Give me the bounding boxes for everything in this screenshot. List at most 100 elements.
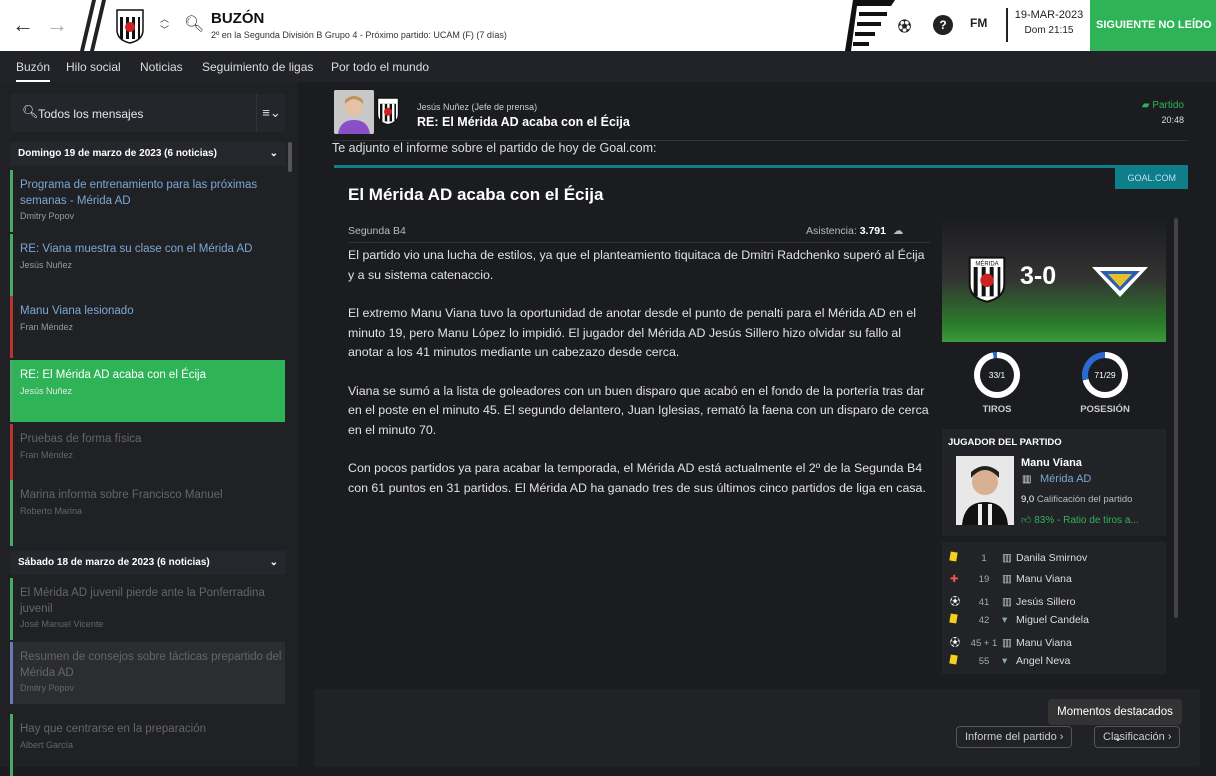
rating-label: Calificación del partido — [1036, 494, 1133, 505]
stripes-decoration — [80, 0, 106, 51]
motm-rating: 9,0 Calificación del partido — [1021, 494, 1132, 505]
motm-club[interactable]: Mérida AD — [1040, 473, 1091, 485]
ball-icon[interactable]: ⚽︎ — [898, 16, 911, 35]
chevron-right-icon: › — [1059, 731, 1064, 743]
score-card[interactable]: MÉRIDA 3-0 — [942, 215, 1166, 342]
article-league[interactable]: Segunda B4 — [348, 225, 406, 237]
goal-icon: ⚽︎ — [950, 638, 960, 649]
article-scrollbar[interactable] — [1174, 218, 1178, 618]
match-score: 3-0 — [1020, 262, 1057, 290]
team-badge-icon: ▥ — [1002, 596, 1012, 608]
tab-news[interactable]: Noticias — [140, 60, 183, 74]
list-item[interactable]: Manu Viana lesionado Fran Méndez — [10, 296, 285, 358]
message-subject: RE: Viana muestra su clase con el Mérida… — [20, 243, 253, 255]
shots-label: TIROS — [982, 404, 1012, 415]
possession-value: 71/29 — [1088, 358, 1122, 392]
back-arrow-icon[interactable]: ← — [12, 12, 34, 38]
list-item[interactable]: El Mérida AD juvenil pierde ante la Ponf… — [10, 578, 285, 640]
day-time-text: Dom 21:15 — [1024, 25, 1074, 36]
club-badge-icon[interactable] — [115, 8, 145, 44]
team-badge-icon: ▾ — [1002, 654, 1008, 667]
home-badge-text: MÉRIDA — [975, 261, 998, 268]
tab-social[interactable]: Hilo social — [66, 60, 121, 74]
club-badge-icon — [377, 97, 399, 126]
team-badge-icon: ▥ — [1002, 572, 1012, 585]
message-subject-title: RE: El Mérida AD acaba con el Écija — [417, 115, 630, 129]
thumbs-up-icon: 👍︎ — [1021, 515, 1032, 526]
shots-ring: 33/1 — [974, 352, 1020, 398]
group-header[interactable]: Sábado 18 de marzo de 2023 (6 noticias) … — [10, 551, 286, 575]
message-filter[interactable]: 🔍︎ Todos los mensajes ≡⌄ — [10, 94, 286, 132]
event-player[interactable]: Angel Neva — [1016, 655, 1070, 667]
event-player[interactable]: Manu Viana — [1016, 637, 1072, 649]
list-item-selected[interactable]: RE: El Mérida AD acaba con el Écija Jesú… — [10, 360, 285, 422]
search-icon[interactable]: 🔍︎ — [184, 14, 204, 34]
injury-icon: ✚ — [950, 573, 959, 585]
home-badge-icon: MÉRIDA — [968, 256, 1006, 303]
event-player[interactable]: Manu Viana — [1016, 573, 1072, 585]
list-item[interactable]: Marina informa sobre Francisco Manuel Ro… — [10, 480, 285, 546]
message-sender: Jesús Nuñez — [20, 385, 73, 396]
motm-shots: 👍︎ 83% - Ratio de tiros a... — [1021, 514, 1139, 526]
league-table-button[interactable]: Clasificación › — [1094, 726, 1181, 748]
message-sender: Fran Méndez — [20, 321, 74, 332]
event-player[interactable]: Jesús Sillero — [1016, 596, 1076, 608]
article-paragraph: Con pocos partidos ya para acabar la tem… — [348, 461, 926, 495]
team-badge-icon: ▥ — [1002, 637, 1012, 649]
menu-icon[interactable]: ≡⌄ — [256, 94, 286, 132]
next-unread-button[interactable]: SIGUIENTE NO LEÍDO ❯ — [1090, 0, 1216, 82]
highlights-button[interactable]: Momentos destacados ⌄ — [1048, 699, 1182, 744]
motm-name[interactable]: Manu Viana — [1021, 457, 1082, 469]
list-item[interactable]: Resumen de consejos sobre tácticas prepa… — [10, 642, 285, 704]
motm-shots-text: 83% - Ratio de tiros a... — [1034, 515, 1139, 526]
tag-icon: ▰ — [1141, 100, 1150, 111]
message-tag-label: Partido — [1152, 100, 1184, 111]
message-footer: Momentos destacados ⌄ Informe del partid… — [314, 689, 1200, 767]
forward-arrow-icon[interactable]: → — [46, 12, 68, 38]
tab-inbox[interactable]: Buzón — [16, 60, 51, 82]
event-minute: 19 — [978, 573, 990, 585]
event-minute: 1 — [981, 553, 987, 564]
event-minute: 55 — [978, 655, 990, 667]
league-table-label: Clasificación — [1103, 731, 1165, 743]
motm-header: JUGADOR DEL PARTIDO — [948, 437, 1062, 448]
next-unread-label: SIGUIENTE NO LEÍDO — [1096, 19, 1212, 31]
goal-icon: ⚽︎ — [950, 597, 960, 608]
event-player[interactable]: Miguel Candela — [1016, 614, 1089, 626]
list-item[interactable]: Pruebas de forma física Fran Méndez — [10, 424, 285, 486]
person-icon — [334, 90, 374, 134]
group-header[interactable]: Domingo 19 de marzo de 2023 (6 noticias)… — [10, 142, 286, 166]
chevron-right-icon: › — [1167, 731, 1172, 743]
message-sender: Fran Méndez — [20, 449, 74, 460]
list-item[interactable]: Programa de entrenamiento para las próxi… — [10, 170, 285, 232]
message-subject: Manu Viana lesionado — [20, 305, 134, 317]
match-stats: 33/1 TIROS 71/29 POSESIÓN — [942, 344, 1166, 416]
sidebar-scrollbar[interactable] — [288, 142, 292, 172]
tab-bar: Buzón Hilo social Noticias Seguimiento d… — [0, 51, 1216, 82]
match-report-button[interactable]: Informe del partido › — [956, 726, 1073, 748]
event-row: 42 ▾ Miguel Candela — [949, 612, 1089, 626]
page-title: BUZÓN — [211, 10, 265, 27]
sender-avatar[interactable] — [334, 90, 374, 134]
away-badge-icon — [1092, 267, 1148, 297]
club-switch-icon[interactable]: ︿ ﹀ — [160, 14, 169, 36]
help-icon[interactable]: ? — [933, 15, 953, 35]
event-minute: 41 — [978, 597, 990, 608]
chevron-down-icon: ⌄ — [269, 148, 278, 159]
yellow-card-icon — [949, 612, 966, 626]
shots-value: 33/1 — [980, 358, 1014, 392]
message-subject: Programa de entrenamiento para las próxi… — [20, 179, 258, 207]
event-player[interactable]: Danila Smirnov — [1016, 552, 1087, 564]
attendance: Asistencia: 3.791 ☁︎ — [806, 225, 903, 237]
stadium-icon: ☁︎ — [892, 225, 904, 237]
fm-logo-button[interactable]: FM — [970, 16, 987, 30]
news-article: GOAL.COM El Mérida AD acaba con el Écija… — [334, 165, 1188, 685]
tab-worldwide[interactable]: Por todo el mundo — [331, 60, 429, 74]
list-item[interactable]: RE: Viana muestra su clase con el Mérida… — [10, 234, 285, 296]
highlights-label: Momentos destacados — [1057, 706, 1173, 718]
person-icon — [956, 456, 1014, 525]
tab-league-tracking[interactable]: Seguimiento de ligas — [202, 60, 313, 74]
date-text: 19-MAR-2023 — [1014, 9, 1084, 21]
player-portrait[interactable] — [956, 456, 1014, 525]
attendance-value: 3.791 — [859, 225, 886, 237]
